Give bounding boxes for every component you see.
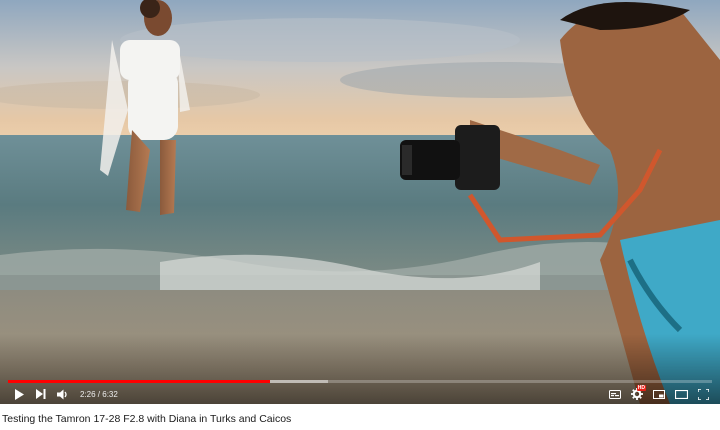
play-button[interactable]: [8, 385, 30, 403]
video-title[interactable]: Testing the Tamron 17-28 F2.8 with Diana…: [2, 413, 291, 425]
next-button[interactable]: [30, 385, 52, 403]
settings-button[interactable]: HD: [626, 385, 648, 403]
current-time: 2:26: [80, 389, 96, 399]
time-display: 2:26 / 6:32: [80, 390, 118, 399]
volume-icon: [57, 389, 67, 399]
play-icon: [15, 388, 24, 400]
progress-played: [8, 380, 270, 383]
player-controls: 2:26 / 6:32 HD: [0, 384, 720, 404]
theater-mode-button[interactable]: [670, 385, 692, 403]
subtitles-icon: [609, 389, 621, 399]
miniplayer-icon: [653, 389, 665, 399]
theater-mode-icon: [674, 389, 688, 399]
subtitles-button[interactable]: [604, 385, 626, 403]
volume-button[interactable]: [52, 385, 74, 403]
progress-bar[interactable]: [8, 380, 712, 383]
video-player[interactable]: 2:26 / 6:32 HD: [0, 0, 720, 404]
hd-badge: HD: [636, 385, 646, 391]
right-controls: HD: [604, 385, 720, 403]
miniplayer-button[interactable]: [648, 385, 670, 403]
next-icon: [36, 389, 46, 399]
duration: 6:32: [102, 389, 118, 399]
fullscreen-icon: [697, 388, 709, 400]
fullscreen-button[interactable]: [692, 385, 714, 403]
